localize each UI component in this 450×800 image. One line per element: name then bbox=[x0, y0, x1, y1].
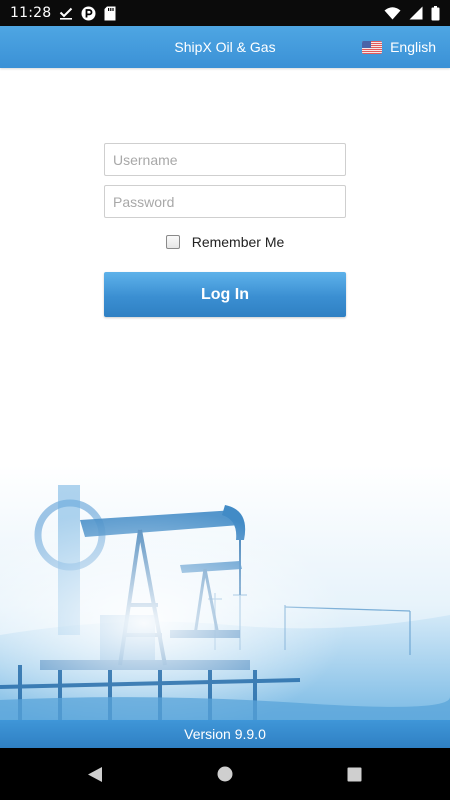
home-button[interactable] bbox=[195, 748, 255, 800]
status-right bbox=[384, 5, 440, 21]
circle-p-icon bbox=[81, 6, 96, 21]
wifi-icon bbox=[384, 6, 401, 20]
signal-icon bbox=[409, 6, 423, 20]
back-icon bbox=[88, 766, 102, 782]
language-selector[interactable]: English bbox=[362, 26, 436, 68]
oilfield-illustration-art bbox=[0, 465, 450, 720]
language-label: English bbox=[390, 39, 436, 55]
status-time: 11:28 bbox=[10, 5, 52, 21]
status-bar: 11:28 bbox=[0, 0, 450, 26]
sd-card-icon bbox=[104, 6, 116, 21]
remember-me-checkbox[interactable] bbox=[165, 235, 180, 249]
battery-icon bbox=[431, 5, 440, 21]
oilfield-illustration bbox=[0, 465, 450, 720]
recents-icon bbox=[347, 767, 361, 781]
remember-me-row: Remember Me bbox=[104, 233, 346, 251]
version-label: Version 9.9.0 bbox=[184, 726, 266, 742]
remember-me-label[interactable]: Remember Me bbox=[192, 234, 285, 250]
home-icon bbox=[217, 766, 233, 782]
download-done-icon bbox=[59, 6, 73, 20]
recents-button[interactable] bbox=[324, 748, 384, 800]
login-form: Remember Me Log In bbox=[104, 143, 346, 317]
password-input[interactable] bbox=[104, 185, 346, 218]
navigation-bar bbox=[0, 748, 450, 800]
username-input[interactable] bbox=[104, 143, 346, 176]
status-left: 11:28 bbox=[10, 5, 116, 21]
login-button[interactable]: Log In bbox=[104, 272, 346, 317]
version-footer: Version 9.9.0 bbox=[0, 720, 450, 748]
app-header: ShipX Oil & Gas English bbox=[0, 26, 450, 68]
us-flag-icon bbox=[362, 40, 383, 54]
back-button[interactable] bbox=[65, 748, 125, 800]
